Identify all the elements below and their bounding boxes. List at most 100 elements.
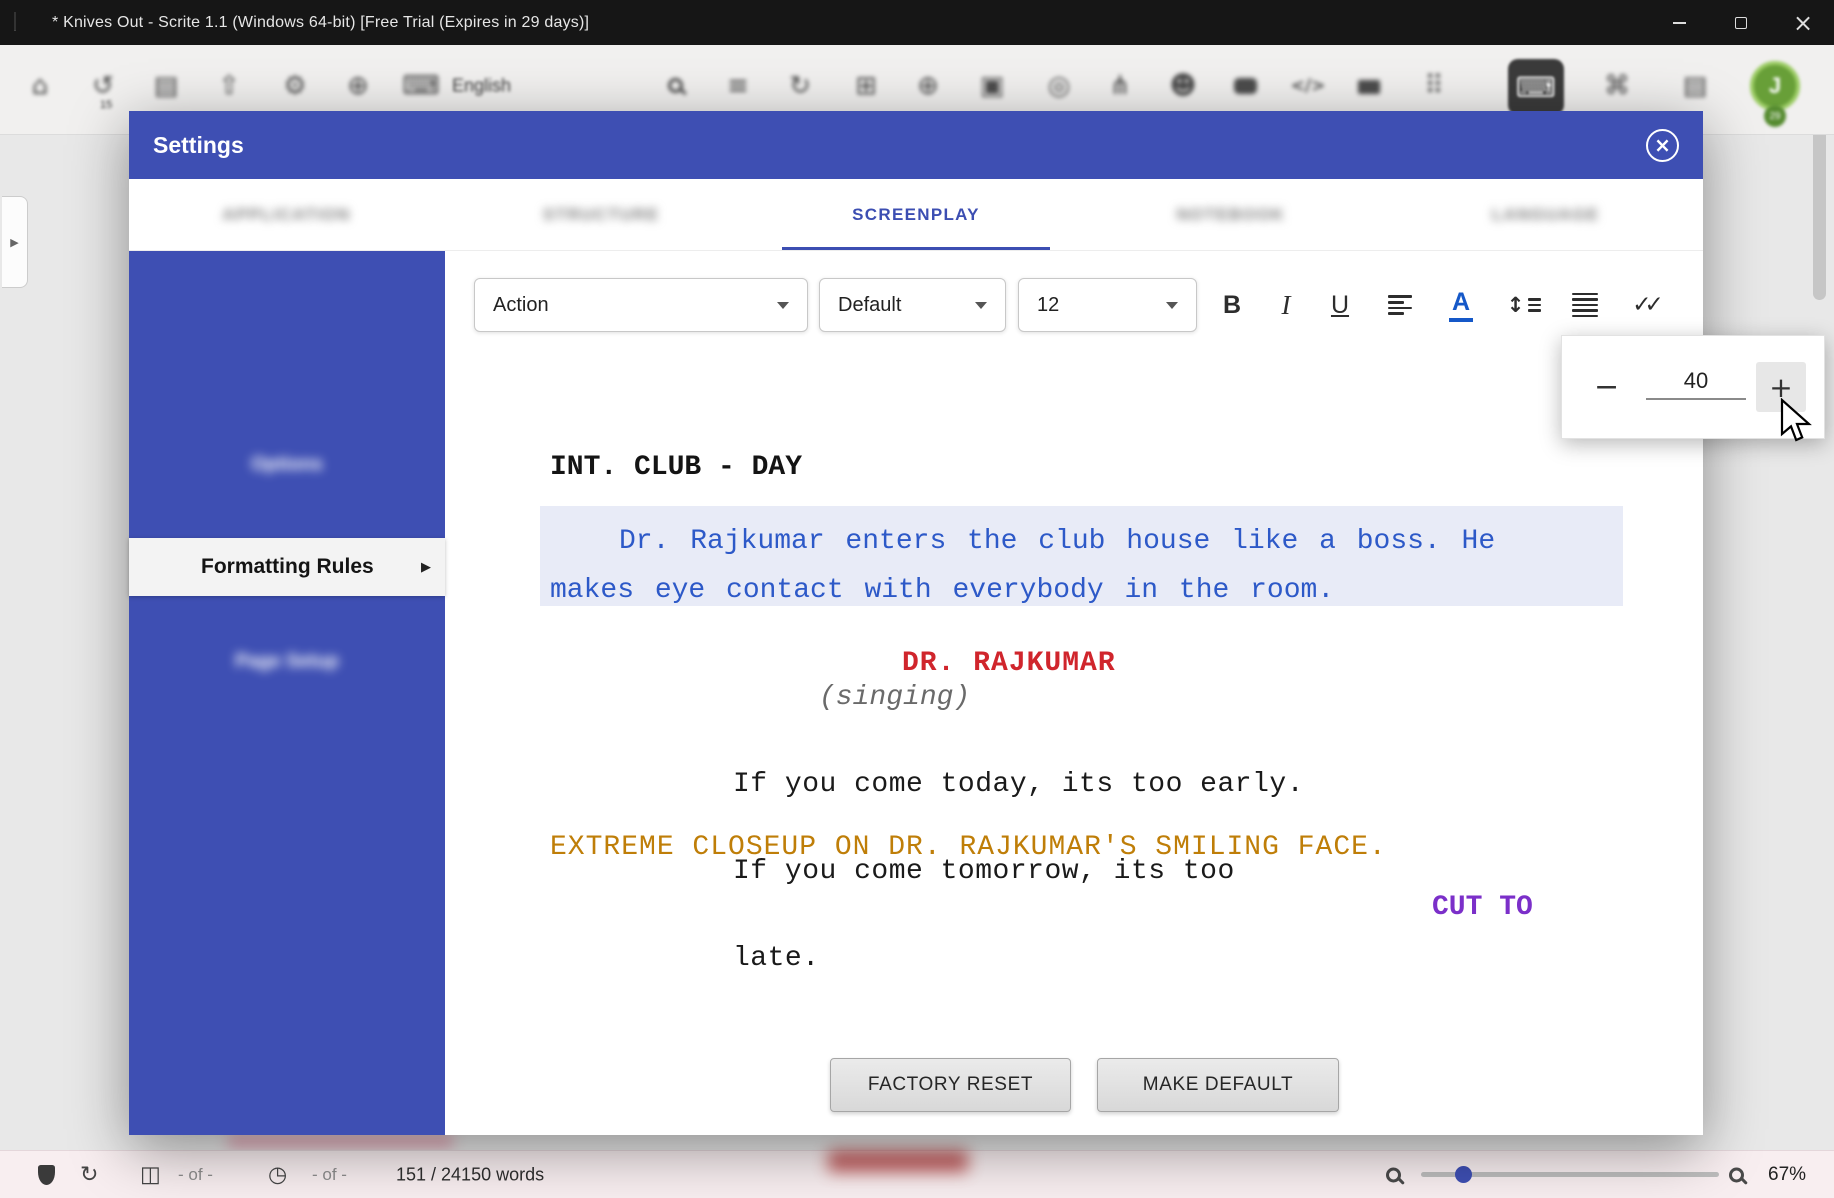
- title-bar: * Knives Out - Scrite 1.1 (Windows 64-bi…: [0, 0, 1834, 45]
- preview-character: DR. RAJKUMAR: [902, 648, 1116, 679]
- preview-transition: CUT TO: [1432, 892, 1533, 923]
- refresh-status-icon[interactable]: ↻: [80, 1162, 98, 1187]
- element-type-value: Action: [493, 294, 549, 317]
- character-walk-icon[interactable]: ⋔: [1109, 71, 1131, 101]
- close-window-button[interactable]: ×: [1772, 0, 1834, 45]
- preview-dialogue-line: If you come today, its too early.: [733, 770, 1304, 799]
- preview-action-highlight: Dr. Rajkumar enters the club house like …: [540, 506, 1623, 606]
- dialog-header: Settings ×: [129, 111, 1703, 179]
- grid-icon[interactable]: ⠿: [1424, 71, 1443, 101]
- preview-parenthetical: (singing): [819, 682, 970, 713]
- structure-icon[interactable]: ⌘: [1604, 71, 1630, 101]
- make-default-button[interactable]: MAKE DEFAULT: [1097, 1058, 1339, 1112]
- pin-icon[interactable]: ◎: [1048, 71, 1071, 101]
- add-scene-icon[interactable]: ⊞: [855, 71, 877, 101]
- video-icon[interactable]: [1358, 80, 1380, 94]
- book-icon[interactable]: ◫: [140, 1162, 161, 1187]
- expand-icon: ▶: [10, 236, 18, 249]
- zoom-slider-thumb[interactable]: [1455, 1166, 1472, 1183]
- minimize-button[interactable]: [1648, 0, 1710, 45]
- preview-shot: EXTREME CLOSEUP ON DR. RAJKUMAR'S SMILIN…: [550, 832, 1387, 863]
- underline-button[interactable]: U: [1317, 282, 1363, 328]
- line-height-button[interactable]: ↕: [1501, 282, 1547, 328]
- avatar[interactable]: J: [1750, 61, 1800, 111]
- close-icon: ×: [1793, 11, 1813, 35]
- element-type-dropdown[interactable]: Action: [474, 278, 808, 332]
- blurred-red-text-fragment: [828, 1150, 968, 1172]
- chat-icon[interactable]: [1234, 78, 1257, 94]
- tab-structure[interactable]: STRUCTURE: [444, 179, 759, 250]
- chevron-right-icon: ▶: [421, 560, 431, 575]
- shield-icon[interactable]: [38, 1165, 55, 1185]
- tab-language[interactable]: LANGUAGE: [1388, 179, 1703, 250]
- decrease-button[interactable]: −: [1594, 370, 1619, 405]
- language-label[interactable]: English: [452, 76, 511, 97]
- maximize-button[interactable]: [1710, 0, 1772, 45]
- zoom-slider[interactable]: [1421, 1172, 1719, 1177]
- tab-screenplay[interactable]: SCREENPLAY: [759, 179, 1074, 250]
- filters-icon[interactable]: ≡: [727, 71, 749, 101]
- globe-icon[interactable]: ⊕: [347, 71, 369, 101]
- zoom-in-icon[interactable]: [1729, 1167, 1744, 1182]
- settings-tabs: APPLICATION STRUCTURE SCREENPLAY NOTEBOO…: [129, 179, 1703, 251]
- font-value: Default: [838, 294, 901, 317]
- history-badge: 15: [100, 99, 112, 111]
- apply-all-button[interactable]: ✓✓: [1625, 282, 1671, 328]
- line-spacing-button[interactable]: [1562, 282, 1608, 328]
- text-align-button[interactable]: [1377, 282, 1423, 328]
- add-report-icon[interactable]: ▣: [980, 71, 1005, 101]
- tab-application[interactable]: APPLICATION: [129, 179, 444, 250]
- page-count: - of -: [178, 1165, 213, 1185]
- minimize-icon: [1673, 22, 1686, 24]
- search-icon[interactable]: [668, 78, 683, 93]
- dialog-close-button[interactable]: ×: [1646, 129, 1679, 162]
- font-dropdown[interactable]: Default: [819, 278, 1006, 332]
- keyboard-dark-icon: ⌨: [1516, 71, 1556, 104]
- text-color-button[interactable]: A: [1438, 282, 1484, 328]
- align-left-icon: [1388, 295, 1412, 314]
- settings-sidebar: Options Formatting Rules ▶ Page Setup: [129, 251, 445, 1135]
- settings-icon[interactable]: ⚙: [283, 71, 306, 101]
- window-title: * Knives Out - Scrite 1.1 (Windows 64-bi…: [52, 14, 589, 32]
- sidebar-item-page-setup[interactable]: Page Setup: [129, 651, 445, 673]
- factory-reset-button[interactable]: FACTORY RESET: [830, 1058, 1071, 1112]
- bold-button[interactable]: B: [1209, 282, 1255, 328]
- spacing-value-input[interactable]: [1646, 364, 1746, 400]
- close-icon: ×: [1654, 133, 1671, 157]
- zoom-out-icon[interactable]: [1386, 1167, 1401, 1182]
- word-count: 151 / 24150 words: [396, 1164, 544, 1185]
- home-icon[interactable]: ⌂: [32, 71, 49, 101]
- dialog-title: Settings: [153, 132, 244, 159]
- code-icon[interactable]: </>: [1291, 76, 1326, 96]
- italic-button[interactable]: I: [1263, 282, 1309, 328]
- history-icon[interactable]: ↺: [92, 71, 114, 101]
- keyboard-shortcuts-button[interactable]: ⌨: [1508, 59, 1564, 115]
- font-size-dropdown[interactable]: 12: [1018, 278, 1197, 332]
- app-icon: [14, 13, 38, 33]
- save-icon[interactable]: ▤: [154, 71, 179, 101]
- clock-icon[interactable]: ◷: [268, 1162, 287, 1187]
- avatar-initial: J: [1769, 73, 1781, 99]
- chevron-down-icon: [777, 302, 789, 309]
- add-episode-icon[interactable]: ⊕: [917, 71, 939, 101]
- sidebar-item-options[interactable]: Options: [129, 454, 445, 476]
- refresh-icon[interactable]: ↻: [789, 71, 811, 101]
- notes-icon[interactable]: ▤: [1683, 71, 1708, 101]
- preview-scene-heading: INT. CLUB - DAY: [550, 452, 802, 483]
- share-icon[interactable]: ⇧: [218, 71, 240, 101]
- zoom-level: 67%: [1768, 1164, 1806, 1186]
- tab-notebook[interactable]: NOTEBOOK: [1073, 179, 1388, 250]
- settings-dialog: Settings × APPLICATION STRUCTURE SCREENP…: [129, 111, 1703, 1135]
- formatting-rules-label: Formatting Rules: [201, 555, 374, 579]
- sidebar-item-formatting-rules[interactable]: Formatting Rules ▶: [129, 538, 445, 596]
- sidebar-expand-handle[interactable]: ▶: [2, 196, 28, 288]
- line-spacing-icon: [1572, 293, 1598, 318]
- line-height-icon: ↕: [1507, 293, 1542, 317]
- window-controls: ×: [1648, 0, 1834, 45]
- person-icon[interactable]: ☻: [1169, 71, 1196, 101]
- duration-count: - of -: [312, 1165, 347, 1185]
- avatar-badge: 29: [1764, 105, 1786, 127]
- color-swatch: [1449, 318, 1473, 322]
- chevron-down-icon: [1166, 302, 1178, 309]
- keyboard-language-icon[interactable]: ⌨: [402, 71, 440, 101]
